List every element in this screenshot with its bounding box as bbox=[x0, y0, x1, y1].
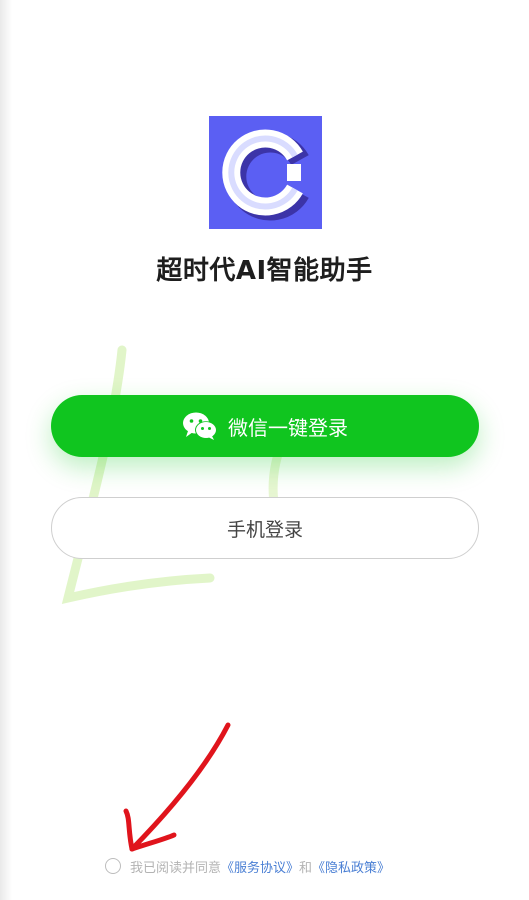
wechat-icon bbox=[183, 412, 217, 440]
agreement-row: 我已阅读并同意 《服务协议》 和 《隐私政策》 bbox=[105, 856, 390, 876]
app-logo bbox=[209, 116, 322, 229]
privacy-policy-link[interactable]: 《隐私政策》 bbox=[312, 857, 390, 876]
watermark-scribble bbox=[61, 345, 433, 605]
logo-c-icon bbox=[222, 129, 309, 221]
phone-login-button[interactable]: 手机登录 bbox=[51, 497, 479, 559]
app-title: 超时代AI智能助手 bbox=[156, 256, 373, 286]
screen-edge-shadow bbox=[0, 0, 12, 900]
radio-unchecked-icon[interactable] bbox=[105, 858, 121, 874]
annotation-arrow-icon bbox=[123, 722, 231, 852]
agreement-prefix: 我已阅读并同意 bbox=[130, 860, 222, 876]
wechat-login-button[interactable]: 微信一键登录 bbox=[51, 395, 479, 457]
agreement-conjunction: 和 bbox=[299, 860, 313, 876]
service-agreement-link[interactable]: 《服务协议》 bbox=[221, 857, 299, 876]
phone-login-label: 手机登录 bbox=[226, 518, 303, 541]
wechat-login-label: 微信一键登录 bbox=[228, 415, 348, 440]
